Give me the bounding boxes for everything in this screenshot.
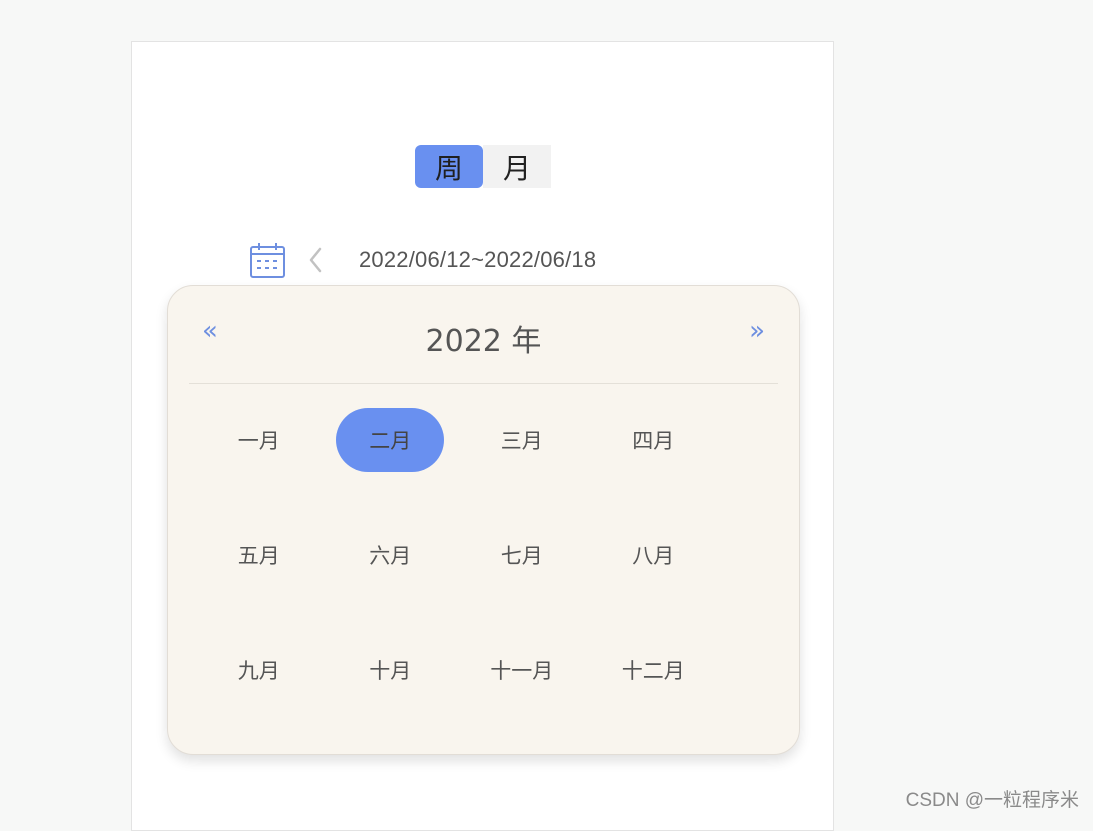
month-label[interactable]: 七月 — [468, 523, 576, 587]
month-label[interactable]: 二月 — [336, 408, 445, 472]
month-cell[interactable]: 五月 — [193, 523, 325, 638]
month-cell-selected[interactable]: 二月 — [325, 408, 457, 523]
month-picker-popup: « 2022 年 » 一月 二月 三月 四月 五月 六月 七月 八月 九月 十月… — [167, 285, 800, 755]
month-label[interactable]: 四月 — [599, 408, 707, 472]
month-cell[interactable]: 十月 — [325, 638, 457, 753]
month-label[interactable]: 五月 — [205, 523, 313, 587]
month-cell[interactable]: 七月 — [456, 523, 588, 638]
month-grid: 一月 二月 三月 四月 五月 六月 七月 八月 九月 十月 十一月 十二月 — [193, 408, 719, 753]
year-label: 2022 年 — [425, 324, 542, 359]
watermark: CSDN @一粒程序米 — [905, 790, 1079, 811]
month-label[interactable]: 十二月 — [599, 638, 707, 702]
month-cell[interactable]: 八月 — [588, 523, 720, 638]
month-cell[interactable]: 六月 — [325, 523, 457, 638]
chevron-left-icon[interactable] — [306, 246, 326, 274]
month-cell[interactable]: 一月 — [193, 408, 325, 523]
month-label[interactable]: 三月 — [468, 408, 576, 472]
date-range-text[interactable]: 2022/06/12~2022/06/18 — [359, 247, 596, 273]
month-toggle-button[interactable]: 月 — [483, 145, 551, 188]
month-cell[interactable]: 十二月 — [588, 638, 720, 753]
month-label[interactable]: 十月 — [336, 638, 444, 702]
month-cell[interactable]: 四月 — [588, 408, 720, 523]
week-month-toggle: 周 月 — [415, 145, 551, 188]
month-label[interactable]: 一月 — [205, 408, 313, 472]
month-cell[interactable]: 十一月 — [456, 638, 588, 753]
month-label[interactable]: 八月 — [599, 523, 707, 587]
week-toggle-button[interactable]: 周 — [415, 145, 483, 188]
next-year-button[interactable]: » — [749, 316, 765, 346]
month-label[interactable]: 十一月 — [468, 638, 576, 702]
calendar-icon[interactable] — [249, 242, 286, 279]
month-cell[interactable]: 九月 — [193, 638, 325, 753]
month-cell[interactable]: 三月 — [456, 408, 588, 523]
month-label[interactable]: 六月 — [336, 523, 444, 587]
divider — [189, 383, 778, 384]
date-range-row: 2022/06/12~2022/06/18 — [249, 240, 596, 280]
month-label[interactable]: 九月 — [205, 638, 313, 702]
